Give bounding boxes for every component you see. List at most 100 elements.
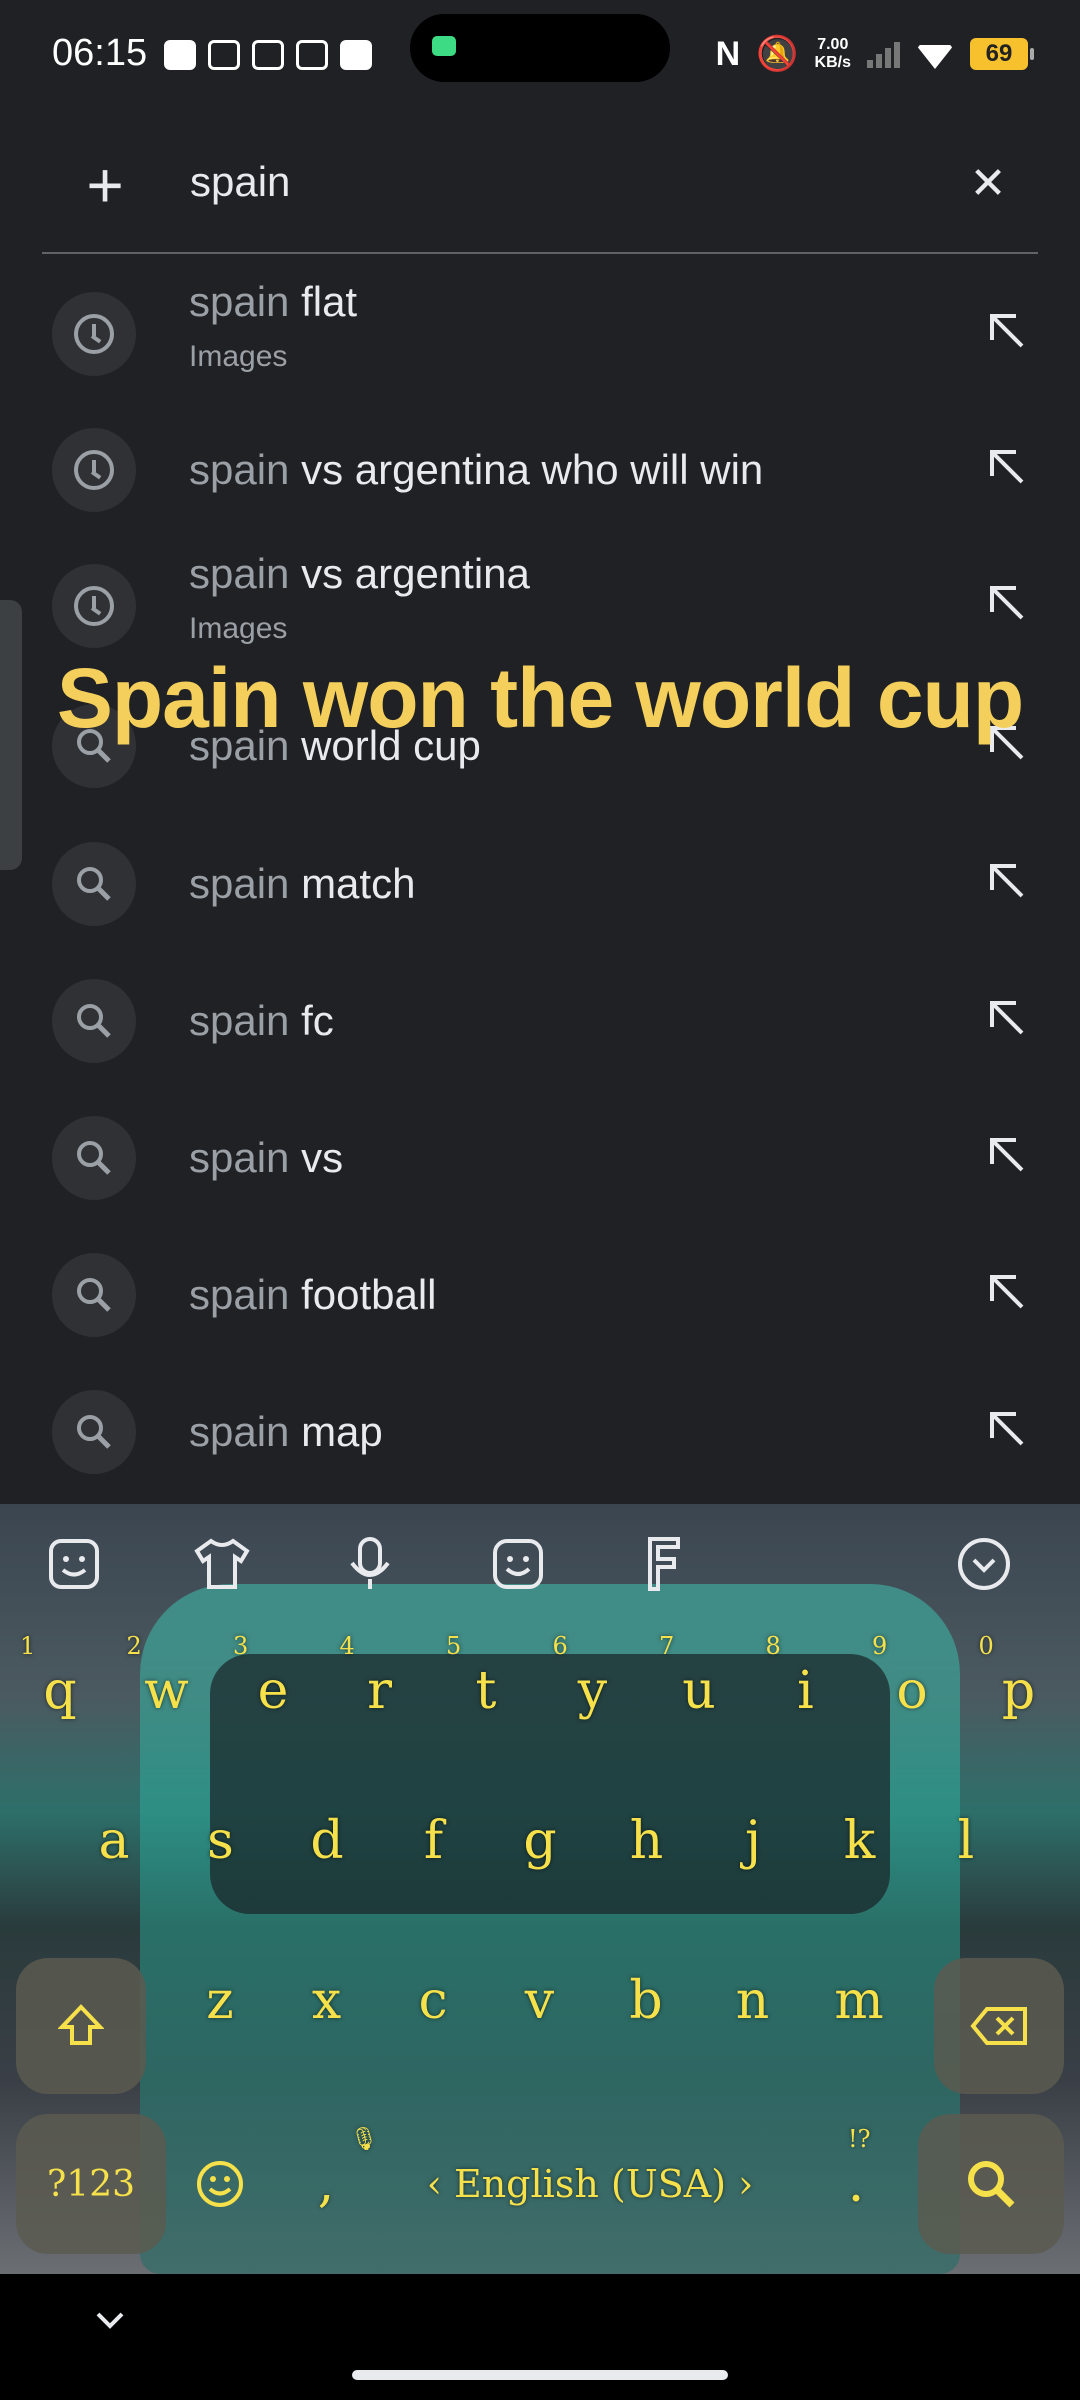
- suggestion-item[interactable]: spain vs argentina who will win: [0, 394, 1080, 531]
- suggestion-item[interactable]: spain fc: [0, 945, 1080, 1082]
- fill-query-arrow-icon[interactable]: [978, 1263, 1038, 1323]
- suggestion-item[interactable]: spain vs: [0, 1082, 1080, 1219]
- key-label: x: [311, 1971, 342, 2031]
- suggestion-text: spain football: [189, 1271, 437, 1319]
- key-label: q: [43, 1661, 77, 1721]
- collapse-keyboard-icon[interactable]: [954, 1534, 1014, 1594]
- symbols-key[interactable]: ?123: [16, 2114, 166, 2254]
- backspace-key[interactable]: [934, 1958, 1064, 2094]
- space-key[interactable]: ‹ English (USA) › 🎙: [350, 2119, 790, 2249]
- symbols-key-label: ?123: [46, 2163, 135, 2205]
- suggestion-item[interactable]: spain map: [0, 1356, 1080, 1493]
- key-j[interactable]: j: [703, 1776, 803, 1906]
- suggestion-prefix: spain: [189, 1408, 290, 1455]
- key-label: h: [629, 1811, 664, 1871]
- vivo-icon: [252, 40, 284, 70]
- shift-key[interactable]: [16, 1958, 146, 2094]
- history-icon: [52, 428, 136, 512]
- search-key[interactable]: [918, 2114, 1064, 2254]
- suggestion-text: spain vs argentina who will win: [189, 446, 763, 494]
- hide-keyboard-chevron-icon[interactable]: [90, 2300, 130, 2340]
- search-input[interactable]: spain: [190, 158, 290, 206]
- key-h[interactable]: h: [597, 1776, 697, 1906]
- suggestion-item[interactable]: spain flat Images: [0, 258, 1080, 395]
- sticker-icon[interactable]: [44, 1534, 104, 1594]
- key-label: k: [843, 1811, 876, 1871]
- key-d[interactable]: d: [277, 1776, 377, 1906]
- key-i[interactable]: i8: [756, 1626, 856, 1756]
- plus-icon[interactable]: +: [70, 152, 140, 222]
- fill-query-arrow-icon[interactable]: [978, 438, 1038, 498]
- camera-cutout: [410, 14, 670, 82]
- key-v[interactable]: v: [490, 1936, 590, 2066]
- key-r[interactable]: r4: [330, 1626, 430, 1756]
- key-y[interactable]: y6: [543, 1626, 643, 1756]
- suggestion-prefix: spain: [189, 997, 290, 1044]
- suggestion-item[interactable]: spain football: [0, 1219, 1080, 1356]
- signal-icon: [867, 40, 900, 68]
- suggestion-prefix: spain: [189, 1134, 290, 1181]
- active-app-indicator-icon: [432, 36, 456, 56]
- fill-query-arrow-icon[interactable]: [978, 302, 1038, 362]
- search-icon: [52, 1116, 136, 1200]
- fill-query-arrow-icon[interactable]: [978, 989, 1038, 1049]
- voice-small-icon: 🎙: [350, 2127, 378, 2152]
- key-number-hint: 0: [978, 1632, 994, 1660]
- fill-query-arrow-icon[interactable]: [978, 1126, 1038, 1186]
- suggestion-prefix: spain: [189, 446, 290, 493]
- key-x[interactable]: x: [277, 1936, 377, 2066]
- key-a[interactable]: a: [64, 1776, 164, 1906]
- key-m[interactable]: m: [809, 1936, 909, 2066]
- home-gesture-handle[interactable]: [352, 2370, 728, 2380]
- key-u[interactable]: u7: [649, 1626, 749, 1756]
- key-label: l: [957, 1811, 975, 1871]
- key-c[interactable]: c: [383, 1936, 483, 2066]
- key-f[interactable]: f: [384, 1776, 484, 1906]
- microphone-icon[interactable]: [340, 1534, 400, 1594]
- wifi-icon: [916, 45, 954, 69]
- screen-icon: [296, 40, 328, 70]
- suggestion-completion: map: [289, 1408, 383, 1455]
- key-label: f: [423, 1811, 444, 1871]
- suggestion-text: spain fc: [189, 997, 334, 1045]
- fill-query-arrow-icon[interactable]: [978, 574, 1038, 634]
- key-number-hint: 1: [20, 1632, 36, 1660]
- key-e[interactable]: e3: [223, 1626, 323, 1756]
- key-p[interactable]: p0: [969, 1626, 1069, 1756]
- fill-query-arrow-icon[interactable]: [978, 852, 1038, 912]
- key-t[interactable]: t5: [436, 1626, 536, 1756]
- status-bar: 06:15 N 🔕 7.00 KB/s 69: [0, 0, 1080, 115]
- key-o[interactable]: o9: [862, 1626, 962, 1756]
- suggestion-prefix: spain: [189, 278, 290, 325]
- video-camera-icon: [164, 40, 196, 70]
- key-b[interactable]: b: [596, 1936, 696, 2066]
- key-l[interactable]: l: [916, 1776, 1016, 1906]
- key-n[interactable]: n: [703, 1936, 803, 2066]
- key-k[interactable]: k: [810, 1776, 910, 1906]
- key-w[interactable]: w2: [117, 1626, 217, 1756]
- theme-shirt-icon[interactable]: [192, 1534, 252, 1594]
- language-prev-icon: ‹: [426, 2162, 454, 2206]
- fill-query-arrow-icon[interactable]: [978, 1400, 1038, 1460]
- key-label: v: [524, 1971, 555, 2031]
- key-s[interactable]: s: [171, 1776, 271, 1906]
- key-number-hint: 6: [552, 1632, 568, 1660]
- period-key[interactable]: .!?: [806, 2119, 906, 2249]
- key-q[interactable]: q1: [10, 1626, 110, 1756]
- suggestion-prefix: spain: [189, 860, 290, 907]
- system-status-icons: N 🔕 7.00 KB/s 69: [716, 34, 1034, 74]
- key-label: e: [257, 1661, 289, 1721]
- font-icon[interactable]: [634, 1534, 694, 1594]
- key-g[interactable]: g: [490, 1776, 590, 1906]
- suggestion-item[interactable]: spain vs argentina Images: [0, 530, 1080, 667]
- key-z[interactable]: z: [170, 1936, 270, 2066]
- suggestion-item[interactable]: spain match: [0, 808, 1080, 945]
- key-label: w: [144, 1661, 189, 1721]
- close-icon[interactable]: ✕: [960, 158, 1016, 209]
- emoji-icon[interactable]: [488, 1534, 548, 1594]
- key-label: .: [847, 2154, 865, 2214]
- emoji-key[interactable]: [170, 2119, 270, 2249]
- key-label: j: [744, 1811, 762, 1871]
- suggestion-text: spain vs: [189, 1134, 343, 1182]
- key-number-hint: 4: [339, 1632, 355, 1660]
